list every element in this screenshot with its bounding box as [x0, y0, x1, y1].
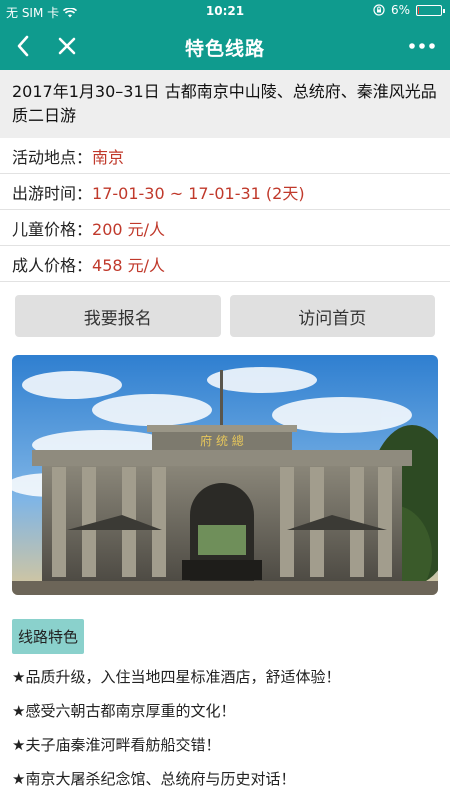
- battery-fill: [418, 6, 420, 14]
- features-list: ★品质升级，入住当地四星标准酒店，舒适体验！ ★感受六朝古都南京厚重的文化！ ★…: [0, 660, 450, 796]
- status-right: 6%: [373, 3, 445, 17]
- info-row-dates: 出游时间： 17-01-30 ~ 17-01-31 (2天): [0, 174, 450, 210]
- info-value: 南京: [92, 147, 125, 167]
- palace-illustration: 府 统 總: [12, 355, 438, 595]
- info-value: 458 元/人: [92, 255, 166, 275]
- more-button[interactable]: [402, 22, 442, 70]
- trip-title: 2017年1月30–31日 古都南京中山陵、总统府、秦淮风光品质二日游: [0, 70, 450, 138]
- presidential-palace-photo: 府 统 總: [12, 355, 438, 595]
- info-label: 出游时间：: [12, 183, 93, 203]
- info-row-location: 活动地点： 南京: [0, 138, 450, 174]
- page-title: 特色线路: [184, 38, 265, 60]
- action-button-row: 我要报名 访问首页: [0, 282, 450, 337]
- nav-bar: 特色线路: [0, 22, 450, 70]
- feature-item: ★夫子庙秦淮河畔看舫船交错！: [12, 736, 221, 754]
- battery-percent: 6%: [390, 3, 410, 17]
- more-dots-icon: [409, 43, 435, 49]
- info-value: 200 元/人: [92, 219, 166, 239]
- info-label: 活动地点：: [12, 147, 93, 167]
- info-label: 成人价格：: [12, 255, 93, 275]
- status-bar: 无 SIM 卡 10:21 6%: [0, 0, 450, 22]
- orientation-lock-icon: [373, 4, 385, 16]
- info-row-adult-price: 成人价格： 458 元/人: [0, 246, 450, 282]
- palace-sign-text: 府 统 總: [200, 433, 244, 448]
- info-label: 儿童价格：: [12, 219, 93, 239]
- feature-item: ★感受六朝古都南京厚重的文化！: [12, 702, 236, 720]
- signup-button[interactable]: 我要报名: [15, 295, 221, 337]
- battery-icon: [416, 4, 445, 16]
- feature-item: ★品质升级，入住当地四星标准酒店，舒适体验！: [12, 668, 341, 686]
- visit-home-button[interactable]: 访问首页: [229, 295, 435, 337]
- features-tag: 线路特色: [12, 619, 85, 654]
- trip-info-list: 活动地点： 南京 出游时间： 17-01-30 ~ 17-01-31 (2天) …: [0, 138, 450, 282]
- info-value: 17-01-30 ~ 17-01-31 (2天): [92, 183, 305, 203]
- info-row-child-price: 儿童价格： 200 元/人: [0, 210, 450, 246]
- feature-item: ★南京大屠杀纪念馆、总统府与历史对话！: [12, 770, 296, 788]
